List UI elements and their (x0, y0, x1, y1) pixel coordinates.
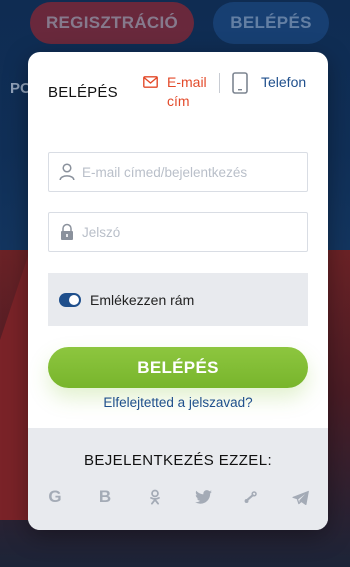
toggle-knob (69, 294, 79, 305)
email-input[interactable] (82, 164, 307, 180)
odnoklassniki-icon[interactable] (146, 488, 164, 506)
tab-phone[interactable]: Telefon (232, 72, 306, 94)
background-login-button: BELÉPÉS (213, 2, 329, 44)
tab-divider (219, 73, 220, 93)
tab-email-label: E-mail cím (167, 74, 207, 109)
remember-me-toggle[interactable] (59, 292, 81, 307)
forgot-password-link[interactable]: Elfelejtetted a jelszavad? (28, 395, 328, 410)
password-field[interactable] (48, 212, 308, 252)
twitter-icon[interactable] (194, 488, 212, 506)
lock-icon (61, 223, 73, 240)
remember-me-row[interactable]: Emlékezzen rám (48, 273, 308, 326)
password-input[interactable] (82, 224, 307, 240)
tab-email[interactable]: E-mail cím (143, 73, 213, 111)
user-icon (59, 163, 75, 181)
remember-me-label: Emlékezzen rám (90, 291, 195, 308)
steam-icon[interactable] (242, 488, 260, 506)
phone-icon (232, 72, 248, 94)
tab-phone-label: Telefon (261, 74, 307, 90)
background-register-button: REGISZTRÁCIÓ (30, 2, 194, 44)
email-field[interactable] (48, 152, 308, 192)
google-icon[interactable]: G (46, 487, 64, 506)
social-login-title: BEJELENTKEZÉS EZZEL: (83, 452, 273, 469)
login-modal: BELÉPÉS E-mail cím Telefon E-mail címed/… (28, 52, 328, 530)
modal-title: BELÉPÉS (48, 84, 118, 101)
social-login-section: BEJELENTKEZÉS EZZEL: G B (28, 428, 328, 530)
telegram-icon[interactable] (291, 488, 309, 506)
envelope-icon (143, 76, 158, 88)
social-icons-row: G B (28, 487, 328, 506)
vk-icon[interactable]: B (96, 487, 114, 506)
login-button[interactable]: BELÉPÉS (48, 347, 308, 388)
